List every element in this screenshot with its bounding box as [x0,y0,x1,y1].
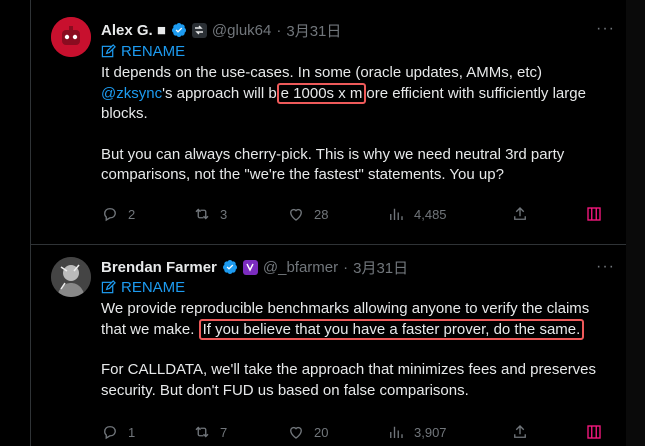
rename-label: RENAME [121,43,186,60]
tweet-divider [31,244,627,245]
action-bar: 1 7 20 3,907 [101,422,611,442]
edit-icon [101,44,116,58]
affiliation-badge-icon [191,22,207,38]
author-handle[interactable]: @_bfarmer [263,259,338,276]
like-count: 20 [314,424,329,440]
reply-count: 2 [128,206,136,222]
view-count: 4,485 [414,206,447,222]
mention-link[interactable]: @zksync [101,85,162,102]
like-count: 28 [314,206,329,222]
avatar[interactable] [51,17,91,57]
author-handle[interactable]: @gluk64 [212,22,271,39]
retweet-count: 7 [220,424,228,440]
bookmark-button[interactable] [585,205,603,223]
bookmark-icon [587,207,601,221]
text-segment: It depends on the use-cases. In some (or… [101,64,543,81]
verified-badge-icon [171,23,186,37]
views-icon [390,426,403,438]
rename-link[interactable]: RENAME [101,279,185,296]
tweet-text: We provide reproducible benchmarks allow… [101,299,606,401]
tweet[interactable]: Alex G. ■ @gluk64 · 3月31日 ··· RENAME It … [31,0,627,244]
like-button[interactable]: 20 [287,423,328,441]
highlight-box: If you believe that you have a faster pr… [198,318,585,340]
views-icon [390,208,403,220]
heart-icon [290,208,302,221]
share-button[interactable] [511,423,529,441]
reply-button[interactable]: 1 [101,423,135,441]
bookmark-icon [587,425,601,439]
share-icon [514,207,526,220]
more-options-icon[interactable]: ··· [596,20,615,38]
rename-link[interactable]: RENAME [101,43,185,60]
tweet-date[interactable]: 3月31日 [353,257,408,278]
tweet-paragraph: But you can always cherry-pick. This is … [101,145,565,184]
tweet-paragraph: It depends on the use-cases. In some (or… [101,63,606,125]
view-count: 3,907 [414,424,447,440]
more-options-icon[interactable]: ··· [596,258,615,276]
views-button[interactable]: 4,485 [387,205,447,223]
tweet-text: It depends on the use-cases. In some (or… [101,63,606,186]
retweet-button[interactable]: 3 [193,205,227,223]
action-bar: 2 3 28 4,485 [101,204,611,224]
retweet-count: 3 [220,206,228,222]
retweet-icon [195,426,209,438]
reply-button[interactable]: 2 [101,205,135,223]
verified-badge-icon [222,260,237,274]
rename-label: RENAME [121,279,186,296]
tweet[interactable]: Brendan Farmer @_bfarmer · 3月31日 ··· REN… [31,246,627,446]
edit-icon [101,280,116,294]
tweet-header: Brendan Farmer @_bfarmer · 3月31日 [101,257,408,277]
reply-icon [104,208,116,222]
separator: · [343,258,349,276]
share-icon [514,425,526,438]
author-name[interactable]: Brendan Farmer [101,259,217,276]
retweet-icon [195,208,209,220]
tweet-paragraph: For CALLDATA, we'll take the approach th… [101,361,597,399]
retweet-button[interactable]: 7 [193,423,227,441]
tweet-paragraph: We provide reproducible benchmarks allow… [101,299,606,340]
tweet-header: Alex G. ■ @gluk64 · 3月31日 [101,20,341,40]
author-name[interactable]: Alex G. ■ [101,22,166,39]
highlight-box: e 1000s x m [276,82,367,104]
separator: · [276,21,282,39]
affiliation-badge-icon [242,259,258,275]
text-segment: 's approach will b [162,84,277,102]
reply-icon [104,426,116,440]
heart-icon [290,426,302,439]
share-button[interactable] [511,205,529,223]
bookmark-button[interactable] [585,423,603,441]
like-button[interactable]: 28 [287,205,328,223]
tweet-date[interactable]: 3月31日 [286,20,341,41]
views-button[interactable]: 3,907 [387,423,447,441]
avatar[interactable] [51,257,91,297]
scrollbar[interactable] [626,0,645,446]
reply-count: 1 [128,424,136,440]
timeline: Alex G. ■ @gluk64 · 3月31日 ··· RENAME It … [30,0,628,446]
